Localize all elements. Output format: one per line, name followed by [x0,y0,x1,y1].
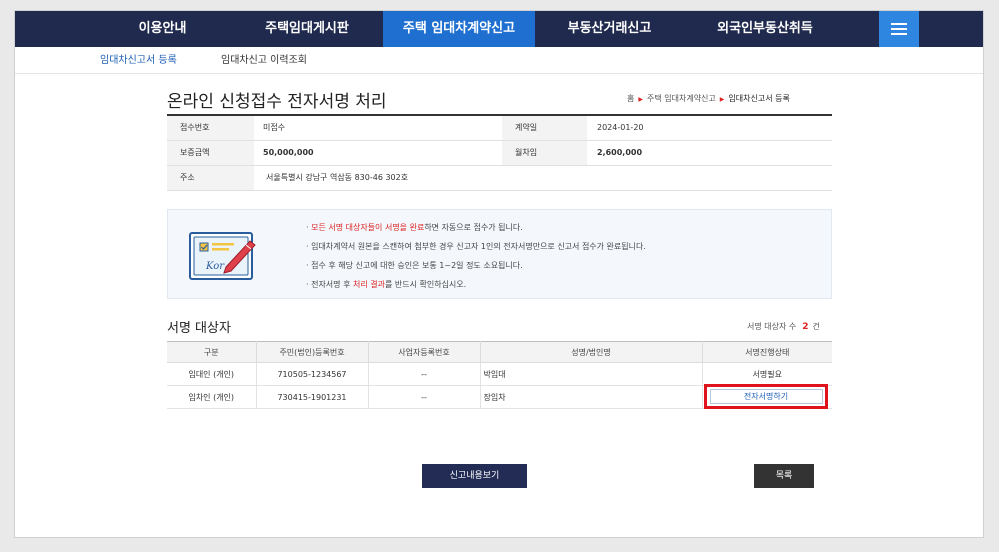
breadcrumb-section[interactable]: 주택 임대차계약신고 [647,94,716,103]
column-header-biz: 사업자등록번호 [367,341,481,363]
deposit-value: 50,000,000 [263,148,314,157]
contract-date-value: 2024-01-20 [597,123,644,132]
breadcrumb-arrow-icon: ▶ [638,96,643,103]
receipt-no-label: 접수번호 [167,116,254,140]
breadcrumb-home[interactable]: 홈 [627,94,634,103]
signer-type: 임차인 (개인) [167,385,257,409]
rent-label: 월차임 [502,141,587,165]
column-header-rrn: 주민(법인)등록번호 [255,341,369,363]
rent-value: 2,600,000 [597,148,643,157]
notice-item: · 임대차계약서 원본을 스캔하여 첨부한 경우 신고자 1인의 전자서명만으로… [306,242,646,251]
contract-date-label: 계약일 [502,116,587,140]
nav-real-estate-trade-report[interactable]: 부동산거래신고 [547,11,672,47]
browser-frame: 이용안내 주택임대게시판 주택 임대차계약신고 부동산거래신고 외국인부동산취득… [14,10,984,538]
signature-document-icon: Kor [189,232,256,280]
signer-count: 서명 대상자 수2건 [747,322,820,332]
nav-foreigner-acquisition[interactable]: 외국인부동산취득 [691,11,839,47]
column-header-name: 성명/법인명 [479,341,703,363]
sub-navigation: 임대차신고서 등록 임대차신고 이력조회 [15,47,983,74]
notice-list: · 모든 서명 대상자들이 서명을 완료하면 자동으로 접수가 됩니다. · 임… [306,221,646,297]
signer-status-cell: 전자서명하기 [701,384,832,409]
info-row: 보증금액 50,000,000 월차임 2,600,000 [167,141,832,166]
breadcrumb-current: 임대차신고서 등록 [728,94,790,103]
signer-rrn: 710505-1234567 [255,362,369,386]
breadcrumb: 홈 ▶ 주택 임대차계약신고 ▶ 임대차신고서 등록 [627,93,790,104]
signers-section-title: 서명 대상자 [167,321,231,336]
table-row: 임차인 (개인) 730415-1901231 -- 장임차 전자서명하기 [167,384,832,409]
top-navigation: 이용안내 주택임대게시판 주택 임대차계약신고 부동산거래신고 외국인부동산취득 [15,11,983,47]
signers-table: 구분 주민(법인)등록번호 사업자등록번호 성명/법인명 서명진행상태 임대인 … [167,341,832,409]
info-row: 접수번호 미접수 계약일 2024-01-20 [167,116,832,141]
list-button[interactable]: 목록 [754,464,814,488]
deposit-label: 보증금액 [167,141,254,165]
receipt-no-value: 미접수 [263,123,286,132]
e-signature-button[interactable]: 전자서명하기 [709,389,823,404]
hamburger-icon[interactable] [879,11,919,47]
table-header-row: 구분 주민(법인)등록번호 사업자등록번호 성명/법인명 서명진행상태 [167,341,832,363]
info-row: 주소 서울특별시 강남구 역삼동 830-46 302호 [167,166,832,191]
signer-biz-no: -- [367,362,481,386]
signer-status: 서명필요 [701,362,832,386]
notice-item: · 모든 서명 대상자들이 서명을 완료하면 자동으로 접수가 됩니다. [306,223,523,232]
column-header-status: 서명진행상태 [701,341,832,363]
address-value: 서울특별시 강남구 역삼동 830-46 302호 [266,173,409,182]
nav-rental-contract-report[interactable]: 주택 임대차계약신고 [383,11,535,47]
notice-item: · 접수 후 해당 신고에 대한 승인은 보통 1~2일 정도 소요됩니다. [306,261,523,270]
notice-box: Kor · 모든 서명 대상자들이 서명을 완료하면 자동으로 접수가 됩니다.… [167,209,832,299]
nav-rental-board[interactable]: 주택임대게시판 [243,11,371,47]
notice-item: · 전자서명 후 처리 결과를 반드시 확인하십시오. [306,280,467,289]
nav-guide[interactable]: 이용안내 [115,11,210,47]
page-title: 온라인 신청접수 전자서명 처리 [167,92,387,112]
view-report-button[interactable]: 신고내용보기 [422,464,527,488]
address-label: 주소 [167,166,254,190]
notice-icon-text: Kor [205,261,225,272]
signer-type: 임대인 (개인) [167,362,257,386]
column-header-type: 구분 [167,341,257,363]
subnav-history[interactable]: 임대차신고 이력조회 [221,47,307,74]
signer-biz-no: -- [367,385,481,409]
breadcrumb-arrow-icon: ▶ [719,96,725,103]
table-row: 임대인 (개인) 710505-1234567 -- 박임대 서명필요 [167,362,832,386]
signer-name: 박임대 [479,362,703,386]
signer-rrn: 730415-1901231 [255,385,369,409]
signer-name: 장임차 [479,385,703,409]
subnav-register[interactable]: 임대차신고서 등록 [100,47,177,74]
